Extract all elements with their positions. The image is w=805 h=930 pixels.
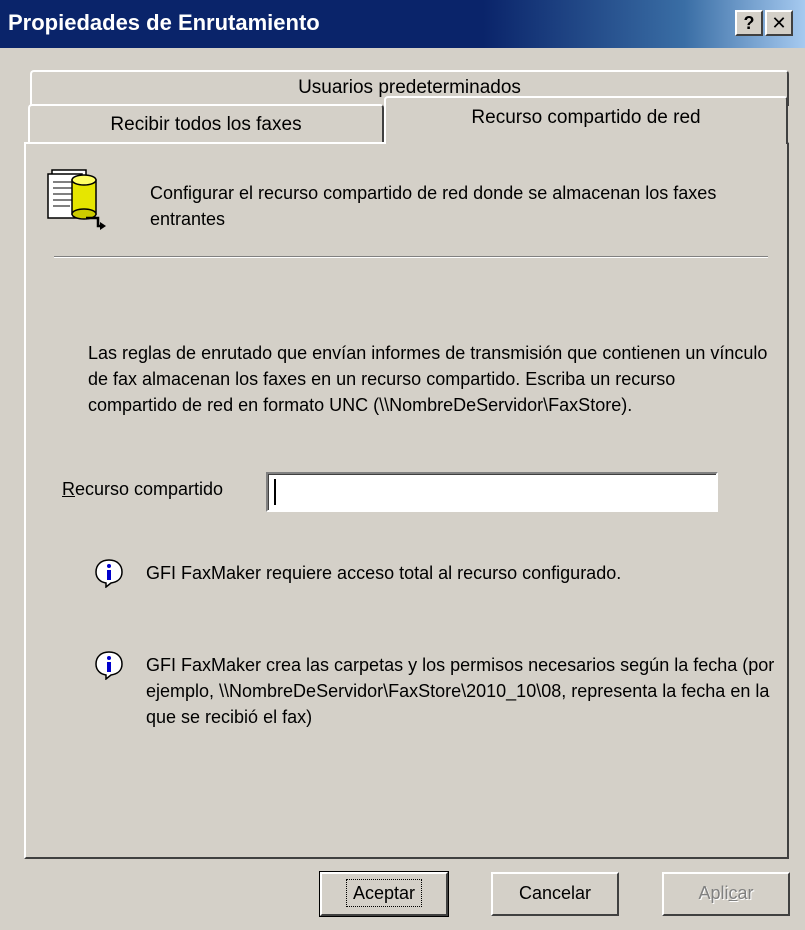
help-button[interactable]: ? [735, 10, 763, 36]
title-bar: Propiedades de Enrutamiento ? ✕ [0, 0, 805, 48]
accept-button-label: Aceptar [345, 879, 423, 907]
tab-recurso-compartido-de-red[interactable]: Recurso compartido de red [384, 96, 788, 144]
note-folders-by-date: GFI FaxMaker crea las carpetas y los per… [146, 655, 775, 727]
apply-button[interactable]: Aplicar [662, 872, 790, 916]
network-share-database-icon [47, 169, 106, 230]
close-button[interactable]: ✕ [765, 10, 793, 36]
info-icon [95, 651, 123, 680]
window-title: Propiedades de Enrutamiento [8, 10, 320, 35]
share-input[interactable] [266, 472, 718, 512]
accept-button[interactable]: Aceptar [319, 871, 449, 917]
info-icon [95, 559, 123, 588]
tab-panel: Configurar el recurso compartido de red … [24, 142, 789, 859]
apply-label-end: ar [737, 883, 754, 903]
share-label: Recurso compartido [62, 479, 223, 500]
note-full-access: GFI FaxMaker requiere acceso total al re… [146, 563, 622, 583]
text-caret [274, 479, 276, 505]
cancel-button[interactable]: Cancelar [491, 872, 619, 916]
header-description: Configurar el recurso compartido de red … [150, 183, 717, 229]
share-label-accesskey: R [62, 479, 75, 499]
apply-label-accesskey: c [728, 883, 738, 903]
share-label-rest: ecurso compartido [75, 479, 224, 499]
instructions-text: Las reglas de enrutado que envían inform… [88, 343, 768, 415]
apply-label-start: Apli [698, 883, 729, 903]
tab-recibir-todos-los-faxes[interactable]: Recibir todos los faxes [28, 104, 384, 144]
separator [54, 256, 768, 258]
